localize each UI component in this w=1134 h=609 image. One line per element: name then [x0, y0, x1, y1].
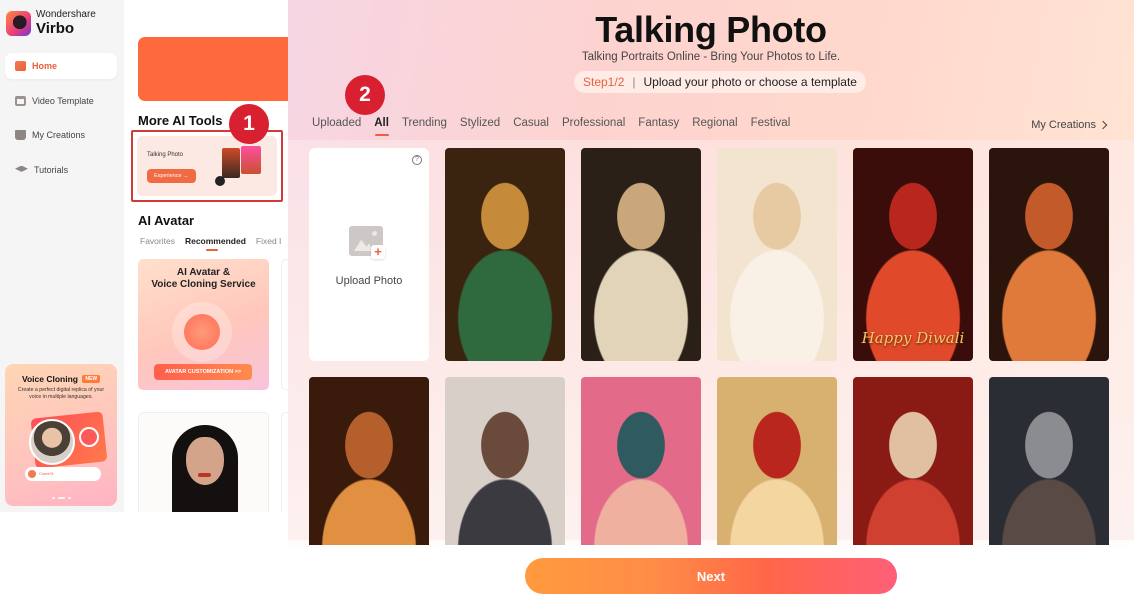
video-template-icon: [15, 95, 26, 106]
chevron-right-icon: [1098, 120, 1108, 130]
template-grid: ? + Upload Photo Happy Diwali: [309, 148, 1110, 545]
template-woman-red-saree-happy-diwali[interactable]: Happy Diwali: [853, 148, 973, 361]
talking-photo-tool-card[interactable]: Talking Photo Experience →: [137, 136, 277, 196]
page-title: Talking Photo: [595, 9, 827, 50]
promo-description: Create a perfect digital replica of your…: [17, 387, 105, 400]
step-separator: |: [632, 75, 636, 89]
virbo-app-window: Wondershare Virbo Home Video Template My…: [0, 0, 288, 512]
template-woman-red-dragon[interactable]: [853, 377, 973, 545]
sidebar: Wondershare Virbo Home Video Template My…: [0, 0, 124, 512]
new-badge: NEW: [82, 375, 101, 383]
avatar-tabs: Favorites Recommended Fixed I: [140, 236, 282, 251]
tool-card-image: [241, 146, 261, 174]
brand-company: Wondershare: [36, 9, 96, 20]
carousel-dots[interactable]: [5, 497, 117, 499]
template-woman-silver-hair[interactable]: [989, 377, 1109, 545]
page-subtitle: Talking Portraits Online - Bring Your Ph…: [581, 51, 841, 63]
my-creations-icon: [15, 130, 26, 140]
sidebar-nav: Home Video Template My Creations Tutoria…: [5, 53, 117, 191]
step-instruction: Upload your photo or choose a template: [643, 75, 857, 89]
upload-photo-label: Upload Photo: [335, 275, 403, 287]
app-logo[interactable]: Wondershare Virbo: [6, 10, 96, 36]
template-woman-green-saree-diya[interactable]: [445, 148, 565, 361]
home-content: More AI Tools Talking Photo Experience →…: [124, 0, 288, 512]
avatar-card[interactable]: [281, 412, 288, 512]
voice-cloning-promo[interactable]: Voice Cloning NEW Create a perfect digit…: [5, 364, 117, 506]
template-woman-cream-saree[interactable]: [581, 148, 701, 361]
tab-uploaded[interactable]: Uploaded: [312, 117, 361, 129]
avatar-card[interactable]: [138, 412, 269, 512]
tab-fantasy[interactable]: Fantasy: [638, 117, 679, 129]
tutorials-icon: [15, 165, 28, 172]
upload-photo-card[interactable]: ? + Upload Photo: [309, 148, 429, 361]
template-woman-bokeh-saree[interactable]: [309, 377, 429, 545]
my-creations-label: My Creations: [1031, 119, 1096, 131]
avatar-customization-button[interactable]: AVATAR CUSTOMIZATION >>: [154, 364, 252, 380]
screen: Wondershare Virbo Home Video Template My…: [0, 0, 1134, 609]
next-button[interactable]: Next: [525, 558, 897, 594]
avatar-service-card[interactable]: AI Avatar & Voice Cloning Service AVATAR…: [138, 259, 269, 390]
ai-avatar-title: AI Avatar: [138, 213, 195, 228]
home-icon: [15, 61, 26, 71]
sidebar-item-label: Tutorials: [34, 164, 69, 175]
virbo-logo-icon: [6, 10, 31, 36]
tab-festival[interactable]: Festival: [751, 117, 791, 129]
tab-recommended[interactable]: Recommended: [185, 236, 246, 251]
home-banner[interactable]: [138, 37, 288, 101]
experience-button[interactable]: Experience →: [147, 169, 196, 183]
tab-stylized[interactable]: Stylized: [460, 117, 500, 129]
template-girl-red-scarf[interactable]: [717, 377, 837, 545]
promo-avatar-image: [29, 418, 75, 465]
category-tabs: Uploaded All Trending Stylized Casual Pr…: [312, 117, 791, 136]
template-woman-pink-balloons[interactable]: [581, 377, 701, 545]
step-number: Step1/2: [583, 75, 625, 89]
tool-card-title: Talking Photo: [147, 152, 184, 158]
tab-casual[interactable]: Casual: [513, 117, 549, 129]
template-cartoon-boy[interactable]: [445, 377, 565, 545]
tab-fixed[interactable]: Fixed I: [256, 236, 282, 246]
promo-title: Voice Cloning: [21, 374, 78, 384]
template-girl-rabbit-moon[interactable]: [717, 148, 837, 361]
annotation-badge-2: 2: [345, 75, 385, 115]
sidebar-item-home[interactable]: Home: [5, 53, 117, 79]
sidebar-item-label: My Creations: [32, 130, 86, 140]
sidebar-item-label: Home: [32, 61, 58, 71]
thumbnail-caption: Happy Diwali: [861, 329, 965, 347]
brand-name: Virbo: [36, 20, 75, 37]
tab-all[interactable]: All: [374, 117, 389, 136]
talking-photo-page: Talking Photo Talking Portraits Online -…: [288, 0, 1134, 609]
sidebar-item-tutorials[interactable]: Tutorials: [5, 157, 117, 183]
waveform: Clone01: [25, 466, 101, 481]
my-creations-link[interactable]: My Creations: [1031, 119, 1108, 131]
sidebar-item-video-template[interactable]: Video Template: [5, 88, 117, 114]
avatar-card[interactable]: [281, 259, 288, 390]
service-title-line2: Voice Cloning Service: [151, 279, 256, 290]
annotation-badge-1: 1: [229, 104, 269, 144]
record-icon: [79, 426, 99, 447]
tab-professional[interactable]: Professional: [562, 117, 625, 129]
more-ai-tools-title: More AI Tools: [138, 113, 223, 128]
tab-favorites[interactable]: Favorites: [140, 236, 175, 246]
sidebar-item-my-creations[interactable]: My Creations: [5, 122, 117, 148]
step-indicator: Step1/2 | Upload your photo or choose a …: [574, 71, 866, 93]
sidebar-item-label: Video Template: [32, 95, 94, 106]
template-woman-orange-saree-diya[interactable]: [989, 148, 1109, 361]
help-icon[interactable]: ?: [412, 155, 422, 165]
tab-trending[interactable]: Trending: [402, 117, 447, 129]
service-illustration: [184, 314, 220, 350]
service-title-line1: AI Avatar &: [176, 267, 231, 278]
highlight-frame: Talking Photo Experience →: [131, 130, 283, 202]
plus-icon: +: [371, 245, 385, 259]
tool-card-image: [222, 148, 240, 178]
tab-regional[interactable]: Regional: [692, 117, 737, 129]
promo-illustration: Clone01: [13, 409, 109, 489]
